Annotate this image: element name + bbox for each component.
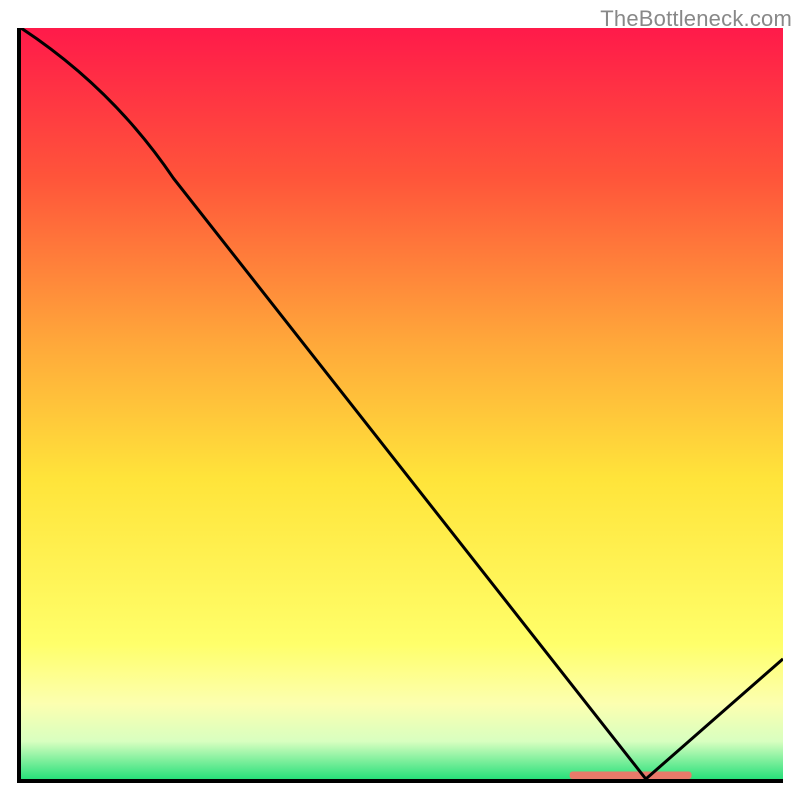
chart-container: TheBottleneck.com — [0, 0, 800, 800]
optimum-marker — [570, 771, 692, 779]
plot-background — [21, 28, 783, 779]
attribution-text: TheBottleneck.com — [600, 6, 792, 32]
plot-frame — [17, 28, 783, 783]
plot-svg — [17, 28, 783, 783]
